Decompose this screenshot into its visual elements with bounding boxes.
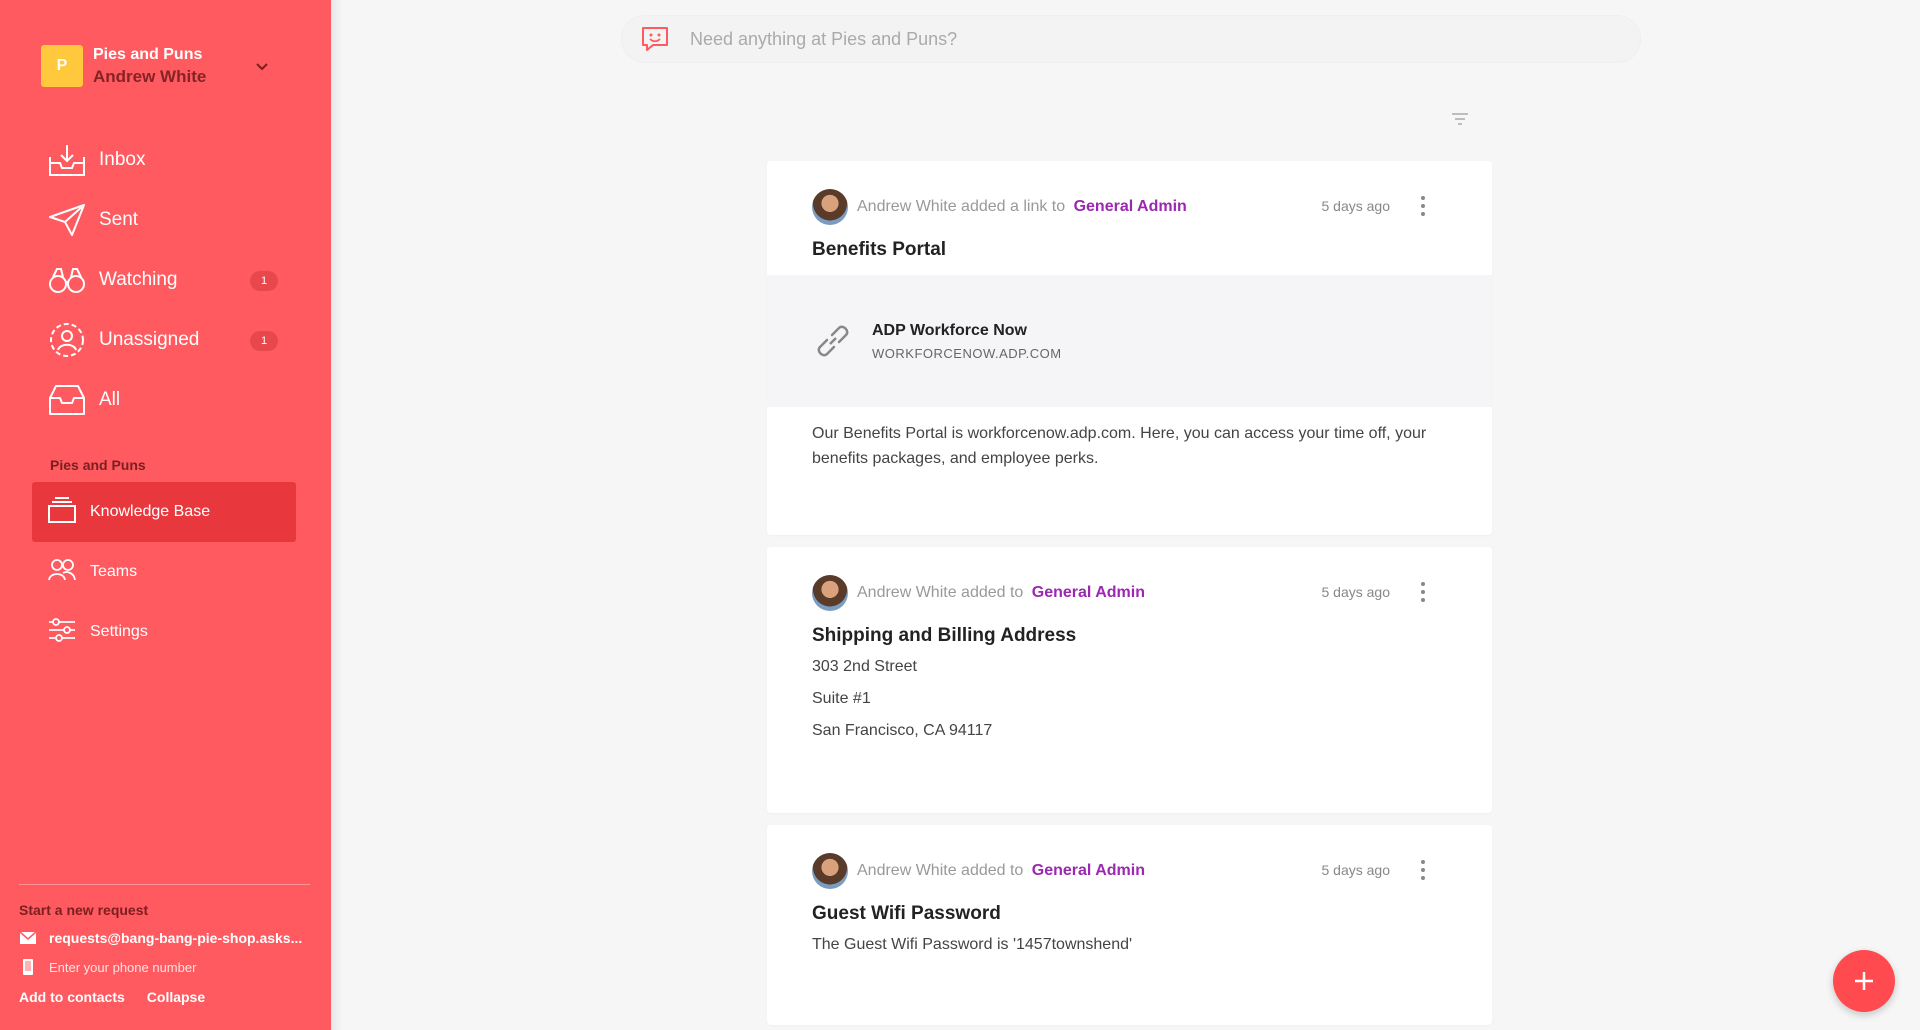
- section-title: Pies and Puns: [50, 457, 146, 473]
- subnav-item-teams[interactable]: Teams: [32, 542, 296, 602]
- nav-label: All: [99, 389, 121, 410]
- card-body: Our Benefits Portal is workforcenow.adp.…: [812, 425, 1427, 467]
- workspace-nav: Knowledge Base Teams Settings: [32, 482, 296, 662]
- collapse-link[interactable]: Collapse: [147, 989, 205, 1005]
- sliders-icon: [48, 617, 76, 647]
- subnav-item-knowledge-base[interactable]: Knowledge Base: [32, 482, 296, 542]
- avatar: [812, 853, 848, 889]
- activity-action: added to: [961, 584, 1024, 601]
- paper-plane-icon: [48, 201, 86, 239]
- link-icon: [817, 325, 849, 357]
- search-bar[interactable]: [621, 15, 1641, 63]
- activity-author: Andrew White: [857, 862, 957, 879]
- activity-action: added a link to: [961, 198, 1066, 215]
- layers-icon: [48, 496, 76, 528]
- main-content: Andrew White added a link to General Adm…: [331, 0, 1920, 1030]
- timestamp: 5 days ago: [1321, 862, 1391, 878]
- link-title: ADP Workforce Now: [872, 321, 1027, 339]
- main-nav: Inbox Sent Watching 1 Unassigned 1 All: [48, 130, 278, 430]
- subnav-item-settings[interactable]: Settings: [32, 602, 296, 662]
- activity-target-link[interactable]: General Admin: [1074, 198, 1187, 215]
- binoculars-icon: [48, 261, 86, 299]
- address-line: San Francisco, CA 94117: [812, 722, 993, 739]
- more-options-icon[interactable]: [1418, 580, 1428, 604]
- avatar: [812, 189, 848, 225]
- phone-row[interactable]: Enter your phone number: [19, 958, 310, 976]
- avatar: [812, 575, 848, 611]
- count-badge: 1: [250, 331, 278, 351]
- sidebar-footer: Start a new request requests@bang-bang-p…: [19, 884, 310, 1005]
- nav-item-watching[interactable]: Watching 1: [48, 250, 278, 310]
- inbox-icon: [48, 141, 86, 179]
- feed-card: Andrew White added to General Admin 5 da…: [767, 825, 1492, 1025]
- filter-icon[interactable]: [1449, 108, 1471, 130]
- nav-label: Unassigned: [99, 329, 200, 350]
- activity-feed: Andrew White added a link to General Adm…: [767, 161, 1492, 1030]
- request-email[interactable]: requests@bang-bang-pie-shop.asks...: [49, 930, 309, 946]
- user-circle-icon: [48, 321, 86, 359]
- timestamp: 5 days ago: [1321, 198, 1391, 214]
- more-options-icon[interactable]: [1418, 194, 1428, 218]
- feed-card: Andrew White added a link to General Adm…: [767, 161, 1492, 535]
- chat-bot-icon: [640, 24, 670, 54]
- workspace-switcher[interactable]: P Pies and Puns Andrew White: [41, 43, 291, 89]
- address-line: Suite #1: [812, 690, 871, 707]
- sidebar: P Pies and Puns Andrew White Inbox Sent …: [0, 0, 331, 1030]
- activity-author: Andrew White: [857, 584, 957, 601]
- request-email-row[interactable]: requests@bang-bang-pie-shop.asks...: [19, 929, 310, 947]
- count-badge: 1: [250, 271, 278, 291]
- nav-label: Inbox: [99, 149, 146, 170]
- add-to-contacts-link[interactable]: Add to contacts: [19, 989, 125, 1005]
- new-request-title: Start a new request: [19, 902, 149, 918]
- workspace-name: Pies and Puns: [93, 46, 203, 63]
- nav-item-inbox[interactable]: Inbox: [48, 130, 278, 190]
- subnav-label: Settings: [90, 623, 148, 640]
- mail-icon: [19, 930, 37, 946]
- link-url: WORKFORCENOW.ADP.COM: [872, 345, 1062, 361]
- card-body: The Guest Wifi Password is '1457townshen…: [812, 936, 1133, 953]
- activity-text: Andrew White added to General Admin: [857, 862, 1145, 880]
- more-options-icon[interactable]: [1418, 858, 1428, 882]
- feed-card: Andrew White added to General Admin 5 da…: [767, 547, 1492, 813]
- search-input[interactable]: [690, 28, 1590, 50]
- activity-text: Andrew White added a link to General Adm…: [857, 198, 1187, 216]
- timestamp: 5 days ago: [1321, 584, 1391, 600]
- nav-label: Sent: [99, 209, 139, 230]
- phone-icon: [19, 959, 37, 975]
- plus-icon: [1855, 972, 1873, 990]
- nav-item-all[interactable]: All: [48, 370, 278, 430]
- address-line: 303 2nd Street: [812, 658, 917, 675]
- activity-target-link[interactable]: General Admin: [1032, 584, 1145, 601]
- tray-icon: [48, 381, 86, 419]
- nav-item-sent[interactable]: Sent: [48, 190, 278, 250]
- activity-action: added to: [961, 862, 1024, 879]
- people-icon: [48, 558, 76, 587]
- workspace-logo: P: [41, 45, 83, 87]
- activity-author: Andrew White: [857, 198, 957, 215]
- new-item-button[interactable]: [1833, 950, 1895, 1012]
- activity-text: Andrew White added to General Admin: [857, 584, 1145, 602]
- nav-item-unassigned[interactable]: Unassigned 1: [48, 310, 278, 370]
- phone-input[interactable]: Enter your phone number: [49, 960, 196, 975]
- subnav-label: Teams: [90, 563, 138, 580]
- subnav-label: Knowledge Base: [90, 503, 211, 520]
- link-preview[interactable]: ADP Workforce Now WORKFORCENOW.ADP.COM: [767, 275, 1492, 407]
- workspace-user: Andrew White: [93, 67, 207, 86]
- activity-target-link[interactable]: General Admin: [1032, 862, 1145, 879]
- chevron-down-icon[interactable]: [253, 57, 271, 75]
- nav-label: Watching: [99, 269, 178, 290]
